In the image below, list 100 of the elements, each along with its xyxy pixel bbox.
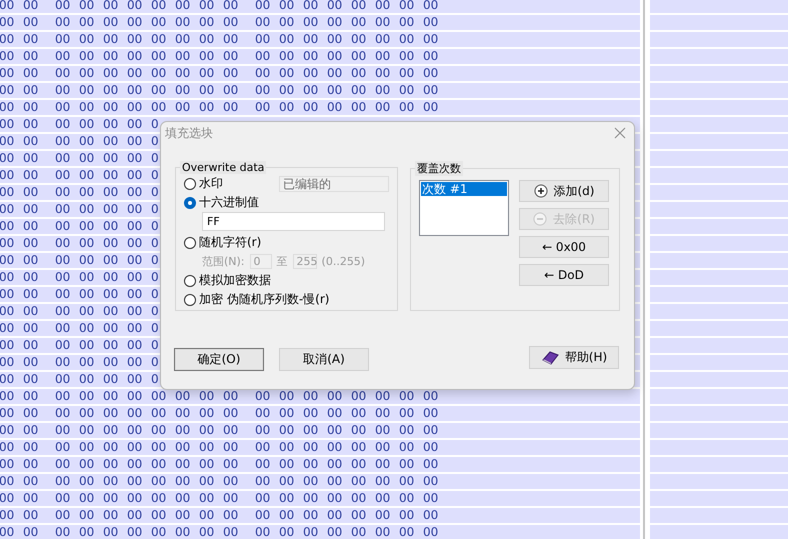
- hex-byte: 00: [0, 423, 16, 438]
- hex-byte: 00: [279, 525, 296, 539]
- hex-byte: 00: [303, 440, 320, 455]
- hex-byte: 00: [279, 440, 296, 455]
- hex-byte: 00: [279, 32, 296, 47]
- hex-byte: 00: [79, 491, 96, 506]
- group-legend: 覆盖次数: [415, 161, 463, 176]
- hex-byte: 00: [0, 406, 16, 421]
- hex-byte: 00: [279, 457, 296, 472]
- radio-button[interactable]: [184, 236, 196, 248]
- hex-byte: 00: [55, 117, 72, 132]
- hex-byte: 00: [127, 491, 144, 506]
- hex-byte: 00: [151, 0, 168, 13]
- hex-byte: 00: [151, 457, 168, 472]
- hex-byte: 00: [55, 49, 72, 64]
- hex-byte: 00: [255, 32, 272, 47]
- hex-byte: 00: [55, 253, 72, 268]
- hex-byte: 00: [375, 66, 392, 81]
- hex-byte: 00: [175, 0, 192, 13]
- hex-byte: 00: [103, 491, 120, 506]
- hex-byte: 00: [223, 0, 240, 13]
- hex-byte: 00: [303, 0, 320, 13]
- hex-byte: 00: [199, 0, 216, 13]
- hex-byte: 00: [327, 491, 344, 506]
- hex-byte: 00: [23, 423, 40, 438]
- hex-byte: 00: [79, 49, 96, 64]
- plus-circle-icon: [534, 184, 548, 198]
- hex-byte: 00: [79, 66, 96, 81]
- hex-byte: 00: [55, 457, 72, 472]
- close-icon[interactable]: [614, 127, 626, 139]
- hex-byte: 00: [127, 253, 144, 268]
- hex-byte: 00: [103, 185, 120, 200]
- hex-byte: 00: [103, 117, 120, 132]
- dialog-button[interactable]: 帮助(H): [529, 346, 619, 369]
- hex-byte: 00: [0, 457, 16, 472]
- hex-byte: 00: [423, 49, 440, 64]
- hex-byte: 00: [255, 49, 272, 64]
- hex-byte: 00: [279, 66, 296, 81]
- hex-byte: 00: [327, 423, 344, 438]
- hex-byte: 00: [103, 457, 120, 472]
- hex-byte: 00: [255, 0, 272, 13]
- hex-byte: 00: [375, 389, 392, 404]
- hex-value-input[interactable]: FF: [202, 212, 385, 231]
- hex-byte: 00: [327, 83, 344, 98]
- radio-button[interactable]: [184, 178, 196, 190]
- hex-byte: 00: [103, 355, 120, 370]
- hex-byte: 00: [151, 100, 168, 115]
- hex-byte: 00: [279, 423, 296, 438]
- hex-byte: 00: [127, 15, 144, 30]
- dialog-button[interactable]: 取消(A): [279, 348, 369, 371]
- hex-byte: 00: [223, 508, 240, 523]
- hex-byte: 00: [351, 389, 368, 404]
- pass-button[interactable]: ← DoD: [519, 264, 609, 286]
- hex-byte: 00: [375, 406, 392, 421]
- hex-byte: 00: [23, 321, 40, 336]
- hex-byte: 00: [199, 66, 216, 81]
- hex-byte: 00: [223, 15, 240, 30]
- hex-byte: 00: [0, 253, 16, 268]
- hex-byte: 00: [79, 15, 96, 30]
- hex-byte: 00: [0, 219, 16, 234]
- hex-byte: 0: [151, 270, 160, 285]
- hex-byte: 00: [55, 236, 72, 251]
- hex-byte: 00: [223, 474, 240, 489]
- radio-button[interactable]: [184, 274, 196, 286]
- pass-button[interactable]: ← 0x00: [519, 236, 609, 258]
- hex-byte: 00: [55, 355, 72, 370]
- hex-byte: 00: [127, 0, 144, 13]
- list-item[interactable]: 次数 #1: [421, 182, 507, 196]
- hex-byte: 00: [423, 508, 440, 523]
- hex-byte: 00: [303, 491, 320, 506]
- pass-button[interactable]: 添加(d): [519, 180, 609, 202]
- hex-byte: 00: [399, 423, 416, 438]
- hex-byte: 00: [55, 406, 72, 421]
- hex-byte: 00: [423, 389, 440, 404]
- hex-byte: 00: [0, 474, 16, 489]
- hex-byte: 00: [223, 32, 240, 47]
- hex-byte: 00: [0, 15, 16, 30]
- hex-byte: 00: [255, 100, 272, 115]
- hex-byte: 00: [279, 406, 296, 421]
- hex-byte: 00: [55, 287, 72, 302]
- radio-button[interactable]: [184, 196, 196, 208]
- hex-byte: 00: [55, 372, 72, 387]
- hex-byte: 00: [79, 151, 96, 166]
- hex-byte: 00: [79, 338, 96, 353]
- hex-byte: 00: [79, 457, 96, 472]
- hex-byte: 00: [127, 508, 144, 523]
- hex-byte: 00: [175, 457, 192, 472]
- hex-byte: 00: [23, 168, 40, 183]
- hex-byte: 00: [351, 440, 368, 455]
- hex-byte: 00: [199, 32, 216, 47]
- hex-byte: 00: [0, 440, 16, 455]
- hex-byte: 00: [279, 491, 296, 506]
- hex-byte: 00: [127, 270, 144, 285]
- hex-byte: 00: [399, 440, 416, 455]
- hex-byte: 00: [151, 15, 168, 30]
- hex-byte: 00: [0, 338, 16, 353]
- hex-byte: 00: [0, 372, 16, 387]
- radio-button[interactable]: [184, 294, 196, 306]
- dialog-button[interactable]: 确定(O): [174, 348, 264, 371]
- hex-byte: 00: [399, 83, 416, 98]
